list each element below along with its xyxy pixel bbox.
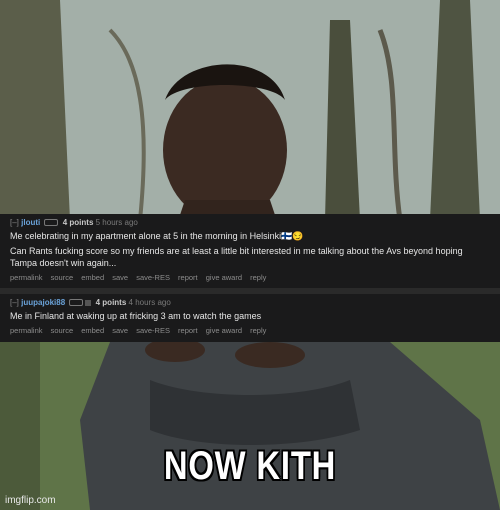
comment-2-points: 4 points xyxy=(95,298,127,307)
collapse-toggle[interactable]: [–] xyxy=(10,218,19,227)
report-link[interactable]: report xyxy=(178,326,198,335)
comment-2-line-1: Me in Finland at waking up at fricking 3… xyxy=(10,311,262,321)
give-award-link[interactable]: give award xyxy=(206,273,242,282)
reply-link[interactable]: reply xyxy=(250,273,266,282)
report-link[interactable]: report xyxy=(178,273,198,282)
comment-2-meta: [–] juupajoki88 4 points 4 hours ago xyxy=(10,298,171,307)
comment-2-username[interactable]: juupajoki88 xyxy=(21,298,65,307)
comment-1-time: 5 hours ago xyxy=(95,218,138,227)
source-link[interactable]: source xyxy=(51,273,74,282)
embed-link[interactable]: embed xyxy=(81,326,104,335)
comment-1-line-3: Can Rants fucking score so my friends ar… xyxy=(10,246,463,256)
source-link[interactable]: source xyxy=(51,326,74,335)
comment-1-points: 4 points xyxy=(62,218,94,227)
permalink-link[interactable]: permalink xyxy=(10,273,43,282)
reddit-comment-2: [–] juupajoki88 4 points 4 hours ago Me … xyxy=(0,294,500,342)
save-link[interactable]: save xyxy=(112,326,128,335)
comment-1-username[interactable]: jlouti xyxy=(21,218,40,227)
imgflip-watermark: imgflip.com xyxy=(5,495,56,506)
collapse-toggle[interactable]: [–] xyxy=(10,298,19,307)
comment-1-actions: permalink source embed save save-RES rep… xyxy=(10,273,272,282)
flair-icon xyxy=(44,219,59,227)
meme-caption: NOW KITH xyxy=(163,444,337,488)
give-award-link[interactable]: give award xyxy=(206,326,242,335)
comment-1-meta: [–] jlouti 4 points 5 hours ago xyxy=(10,218,138,227)
flair-badge-icon xyxy=(85,299,92,306)
save-link[interactable]: save xyxy=(112,273,128,282)
reddit-comment-1: [–] jlouti 4 points 5 hours ago Me celeb… xyxy=(0,214,500,288)
save-res-link[interactable]: save-RES xyxy=(136,326,170,335)
comment-1-line-1: Me celebrating in my apartment alone at … xyxy=(10,231,304,241)
permalink-link[interactable]: permalink xyxy=(10,326,43,335)
embed-link[interactable]: embed xyxy=(81,273,104,282)
comment-2-time: 4 hours ago xyxy=(128,298,171,307)
comment-2-actions: permalink source embed save save-RES rep… xyxy=(10,326,272,335)
comment-1-line-4: Tampa doesn't win again... xyxy=(10,258,117,268)
save-res-link[interactable]: save-RES xyxy=(136,273,170,282)
reply-link[interactable]: reply xyxy=(250,326,266,335)
flair-icon xyxy=(69,299,84,307)
